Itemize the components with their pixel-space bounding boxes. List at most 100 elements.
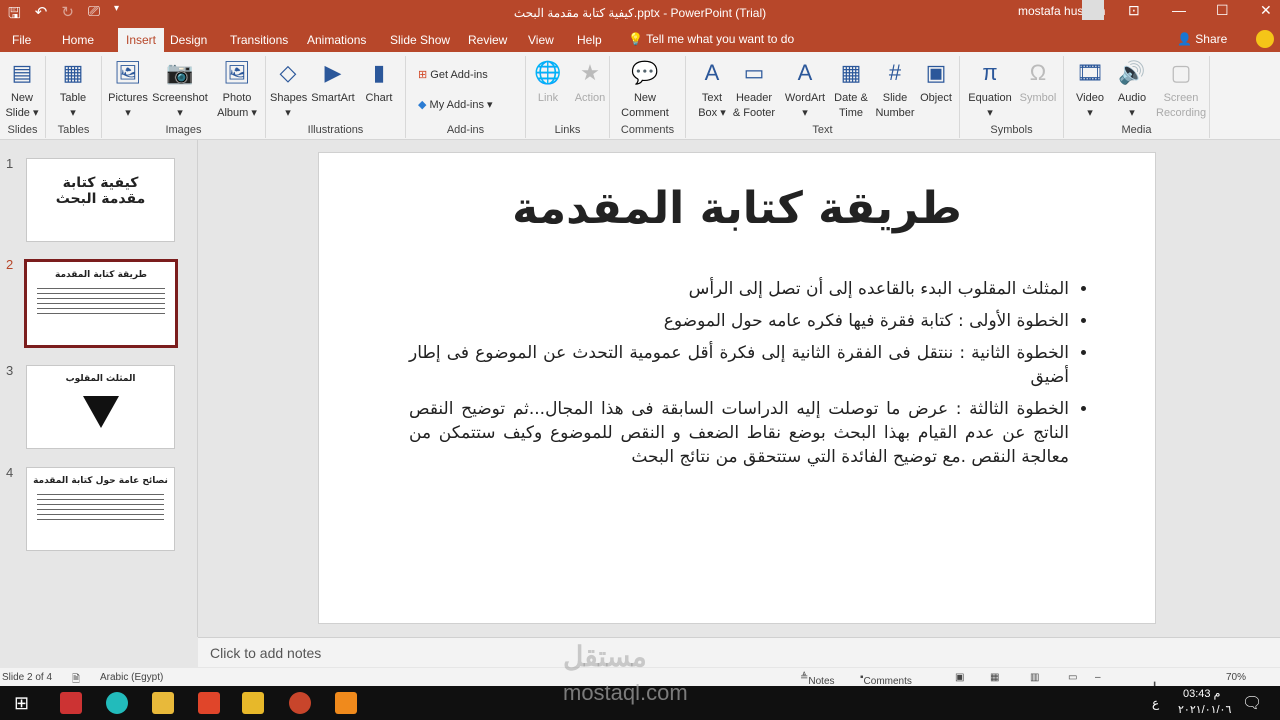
header-footer-button[interactable]: ▭ Header & Footer: [730, 56, 778, 121]
close-icon[interactable]: ✕: [1260, 2, 1272, 19]
new-comment-button[interactable]: 💬 New Comment: [614, 56, 676, 121]
screenshot-button[interactable]: 📷 Screenshot ▾: [150, 56, 210, 121]
pictures-button[interactable]: 🖼 Pictures ▾: [106, 56, 150, 121]
avatar[interactable]: [1082, 0, 1104, 20]
slide-bullets[interactable]: المثلث المقلوب البدء بالقاعده إلى أن تصل…: [409, 277, 1087, 477]
zoom-level[interactable]: 70%: [1226, 672, 1246, 683]
button-label-line2: ▾: [1087, 107, 1093, 119]
get-addins-button[interactable]: ⊞ Get Add-ins: [418, 68, 488, 81]
tab-home[interactable]: Home: [62, 33, 94, 47]
button-label: Chart: [365, 92, 393, 104]
thumbnail-number: 2: [6, 257, 14, 272]
slideshow-icon[interactable]: ▭: [1068, 672, 1077, 683]
chart-button[interactable]: ▮ Chart: [362, 56, 396, 106]
tab-design[interactable]: Design: [170, 33, 207, 47]
thumbnail-title: المثلث المقلوب: [65, 374, 136, 384]
clock-time[interactable]: 03:43 م: [1183, 687, 1220, 700]
tell-me-label: Tell me what you want to do: [646, 32, 795, 46]
button-label: Pictures: [108, 92, 148, 104]
slide-sorter-icon[interactable]: ▦: [990, 672, 999, 683]
tab-transitions[interactable]: Transitions: [230, 33, 288, 47]
photo-album-button[interactable]: 🖼 Photo Album ▾: [214, 56, 260, 121]
ribbon-group-media: 🎞 Video ▾ 🔊 Audio ▾ ▢ Screen Recording Media: [1064, 56, 1210, 138]
pdf-app-icon[interactable]: [335, 692, 357, 714]
button-label: SmartArt: [311, 92, 355, 104]
button-label: Video: [1076, 92, 1104, 104]
reading-view-icon[interactable]: ▥: [1030, 672, 1039, 683]
button-label: Symbol: [1019, 92, 1057, 104]
object-icon: ▣: [925, 60, 947, 85]
bullet-item: الخطوة الثانية : ننتقل فى الفقرة الثانية…: [409, 341, 1069, 389]
notification-icon[interactable]: 🗨: [1242, 693, 1262, 713]
photo-album-icon: 🖼: [223, 60, 251, 85]
notes-button[interactable]: ≜ Notes: [800, 672, 835, 687]
slide-thumbnail[interactable]: طريقة كتابة المقدمة: [24, 259, 178, 348]
media-app-icon[interactable]: [106, 692, 128, 714]
group-label: Links: [554, 124, 581, 136]
tab-file[interactable]: File: [12, 33, 31, 47]
comments-button[interactable]: ▪ Comments: [860, 672, 912, 687]
slide-number-button[interactable]: # Slide Number: [872, 56, 918, 121]
clock-date[interactable]: ٢٠٢١/٠١/٠٦: [1178, 703, 1231, 716]
smartart-button[interactable]: ▶ SmartArt: [308, 56, 358, 106]
maximize-icon[interactable]: ☐: [1216, 2, 1229, 19]
button-label: Date &: [834, 92, 868, 104]
share-button[interactable]: 👤 Share: [1177, 32, 1227, 46]
text-box-button[interactable]: A Text Box ▾: [694, 56, 730, 121]
slide-thumbnails-pane[interactable]: 1 كيفية كتابة مقدمة البحث 2 طريقة كتابة الم…: [0, 140, 198, 637]
minimize-icon[interactable]: —: [1172, 2, 1186, 18]
file-explorer-icon[interactable]: [152, 692, 174, 714]
ribbon-group-illustrations: ◇ Shapes ▾ ▶ SmartArt ▮ Chart Illustrations: [266, 56, 406, 138]
addins-icon: ◆: [418, 99, 427, 111]
date-time-button[interactable]: ▦ Date & Time: [830, 56, 872, 121]
wordart-icon: A: [797, 60, 813, 85]
slide-canvas[interactable]: طريقة كتابة المقدمة المثلث المقلوب البدء…: [318, 152, 1156, 624]
screen-recording-button[interactable]: ▢ Screen Recording: [1156, 56, 1206, 121]
tell-me-search[interactable]: 💡 Tell me what you want to do: [628, 32, 794, 46]
link-button[interactable]: 🌐 Link: [530, 56, 566, 106]
tab-insert[interactable]: Insert: [118, 28, 165, 52]
screenshot-icon: 📷: [166, 60, 194, 85]
language[interactable]: Arabic (Egypt): [100, 672, 163, 683]
shapes-button[interactable]: ◇ Shapes ▾: [270, 56, 307, 121]
get-addins-label: Get Add-ins: [430, 69, 488, 81]
new-slide-button[interactable]: ▤ New Slide ▾: [4, 56, 40, 121]
tab-slide-show[interactable]: Slide Show: [390, 33, 450, 47]
app-icon[interactable]: [242, 692, 264, 714]
text-box-icon: A: [704, 60, 720, 85]
notes-pane[interactable]: Click to add notes: [198, 637, 1280, 667]
watermark-text: mostaql.com: [563, 680, 688, 705]
wordart-button[interactable]: A WordArt ▾: [780, 56, 830, 121]
brave-browser-icon[interactable]: [198, 692, 220, 714]
my-addins-button[interactable]: ◆ My Add-ins ▾: [418, 98, 493, 111]
input-language[interactable]: ع: [1152, 696, 1159, 710]
button-label-line2: ▾: [177, 107, 183, 119]
button-label: Equation: [968, 92, 1012, 104]
windows-start-icon[interactable]: ⊞: [14, 693, 29, 714]
slide-thumbnail[interactable]: المثلث المقلوب: [26, 365, 175, 449]
table-button[interactable]: ▦ Table ▾: [50, 56, 96, 121]
feedback-smiley-icon[interactable]: [1256, 30, 1274, 48]
action-button[interactable]: ★ Action: [570, 56, 610, 106]
slide-title[interactable]: طريقة كتابة المقدمة: [319, 183, 1155, 234]
normal-view-icon[interactable]: ▣: [955, 672, 964, 683]
group-label: Comments: [620, 124, 675, 136]
object-button[interactable]: ▣ Object: [918, 56, 954, 106]
powerpoint-taskbar-icon[interactable]: [289, 692, 311, 714]
ribbon-display-icon[interactable]: ⊡: [1128, 2, 1140, 19]
video-button[interactable]: 🎞 Video ▾: [1070, 56, 1110, 121]
snip-app-icon[interactable]: [60, 692, 82, 714]
tab-view[interactable]: View: [528, 33, 554, 47]
bullet-item: الخطوة الثالثة : عرض ما توصلت إليه الدرا…: [409, 397, 1069, 469]
equation-button[interactable]: π Equation ▾: [962, 56, 1018, 121]
tab-animations[interactable]: Animations: [307, 33, 366, 47]
ribbon-group-symbols: π Equation ▾ Ω Symbol Symbols: [960, 56, 1064, 138]
audio-button[interactable]: 🔊 Audio ▾: [1112, 56, 1152, 121]
thumbnail-number: 3: [6, 363, 14, 378]
slide-thumbnail[interactable]: نصائح عامة حول كتابة المقدمة: [26, 467, 175, 551]
button-label: WordArt: [784, 92, 826, 104]
tab-help[interactable]: Help: [577, 33, 602, 47]
tab-review[interactable]: Review: [468, 33, 507, 47]
symbol-button[interactable]: Ω Symbol: [1018, 56, 1058, 106]
slide-thumbnail[interactable]: كيفية كتابة مقدمة البحث: [26, 158, 175, 242]
